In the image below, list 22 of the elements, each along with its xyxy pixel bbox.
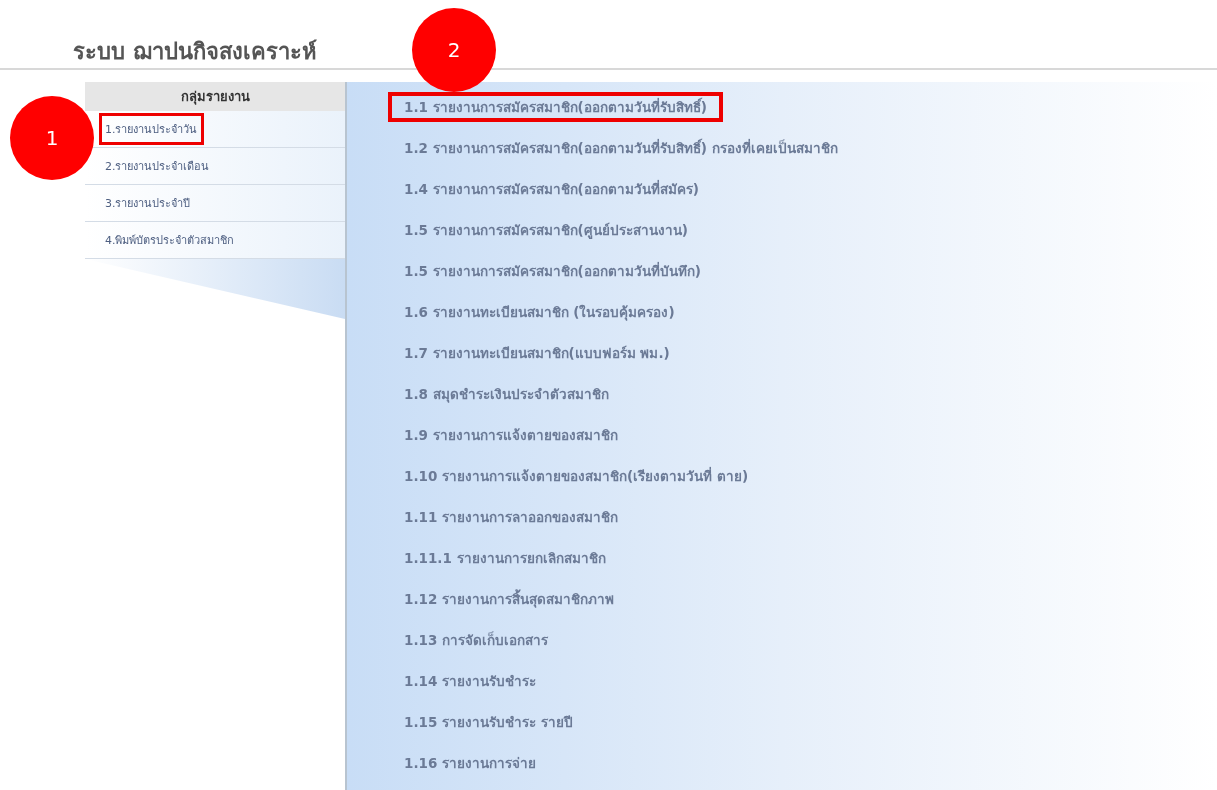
report-link[interactable]: 1.5 รายงานการสมัครสมาชิก(ออกตามวันที่บันทึก) (388, 256, 717, 286)
page-title: ระบบ ฌาปนกิจสงเคราะห์ (73, 39, 317, 64)
report-link[interactable]: 1.1 รายงานการสมัครสมาชิก(ออกตามวันที่รับสิทธิ์) (388, 92, 723, 122)
report-link[interactable]: 1.11.1 รายงานการยกเลิกสมาชิก (388, 543, 622, 573)
report-link[interactable]: 1.13 การจัดเก็บเอกสาร (388, 625, 564, 655)
report-link[interactable]: 1.15 รายงานรับชำระ รายปี (388, 707, 589, 737)
report-link[interactable]: 1.14 รายงานรับชำระ (388, 666, 552, 696)
report-link[interactable]: 1.7 รายงานทะเบียนสมาชิก(แบบฟอร์ม พม.) (388, 338, 686, 368)
sidebar-heading: กลุ่มรายงาน (85, 82, 345, 111)
report-link[interactable]: 1.16 รายงานการจ่าย (388, 748, 552, 778)
report-link[interactable]: 1.4 รายงานการสมัครสมาชิก(ออกตามวันที่สมัคร) (388, 174, 715, 204)
report-link[interactable]: 1.5 รายงานการสมัครสมาชิก(ศูนย์ประสานงาน) (388, 215, 704, 245)
callout-marker: 2 (412, 8, 496, 92)
callout-marker: 1 (10, 96, 94, 180)
report-link[interactable]: 1.10 รายงานการแจ้งตายของสมาชิก(เรียงตามวันที่ ตาย) (388, 461, 765, 491)
report-link[interactable]: 1.8 สมุดชำระเงินประจำตัวสมาชิก (388, 379, 625, 409)
report-link[interactable]: 1.9 รายงานการแจ้งตายของสมาชิก (388, 420, 634, 450)
report-link[interactable]: 1.11 รายงานการลาออกของสมาชิก (388, 502, 634, 532)
report-link[interactable]: 1.2 รายงานการสมัครสมาชิก(ออกตามวันที่รับสิทธิ์) กรองที่เคยเป็นสมาชิก (388, 133, 854, 163)
report-link[interactable]: 1.6 รายงานทะเบียนสมาชิก (ในรอบคุ้มครอง) (388, 297, 691, 327)
report-link[interactable]: 1.12 รายงานการสิ้นสุดสมาชิกภาพ (388, 584, 630, 614)
report-group-link[interactable]: 1.รายงานประจำวัน (99, 113, 204, 145)
